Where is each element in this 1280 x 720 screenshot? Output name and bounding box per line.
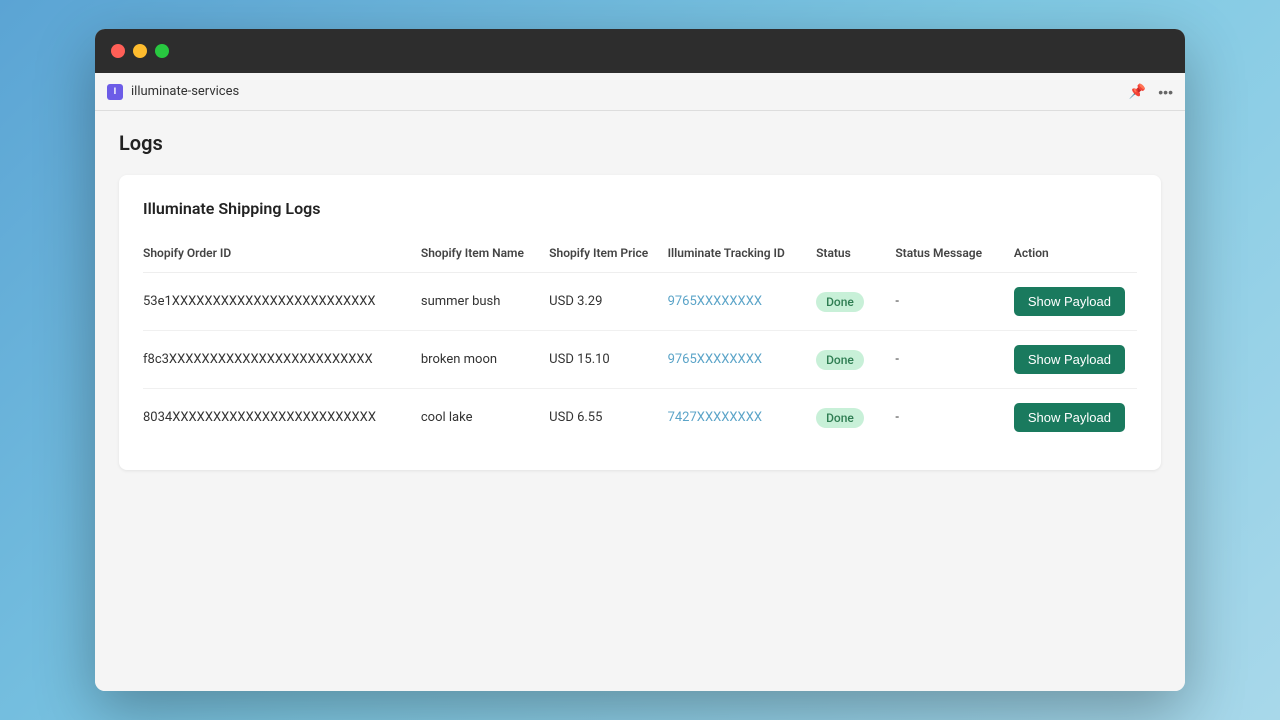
more-button[interactable]: ••• (1158, 84, 1173, 100)
maximize-button[interactable] (155, 44, 169, 58)
col-header-item-name: Shopify Item Name (421, 238, 549, 273)
col-header-item-price: Shopify Item Price (549, 238, 667, 273)
cell-action: Show Payload (1014, 331, 1137, 389)
cell-status-message: - (895, 331, 1014, 389)
pin-button[interactable]: 📌 (1129, 83, 1146, 100)
col-header-action: Action (1014, 238, 1137, 273)
tab-bar: I illuminate-services 📌 ••• (95, 73, 1185, 111)
cell-status: Done (816, 273, 895, 331)
status-badge: Done (816, 292, 864, 312)
cell-item-price: USD 15.10 (549, 331, 667, 389)
table-row: 8034XXXXXXXXXXXXXXXXXXXXXXXXX cool lake … (143, 389, 1137, 447)
tracking-link[interactable]: 9765XXXXXXXX (668, 294, 762, 309)
logs-card: Illuminate Shipping Logs Shopify Order I… (119, 175, 1161, 470)
col-header-status: Status (816, 238, 895, 273)
tracking-link[interactable]: 9765XXXXXXXX (668, 352, 762, 367)
status-badge: Done (816, 350, 864, 370)
cell-item-price: USD 6.55 (549, 389, 667, 447)
cell-status: Done (816, 331, 895, 389)
table-row: f8c3XXXXXXXXXXXXXXXXXXXXXXXXX broken moo… (143, 331, 1137, 389)
tab-title: illuminate-services (131, 84, 239, 99)
status-badge: Done (816, 408, 864, 428)
cell-tracking-id[interactable]: 9765XXXXXXXX (668, 331, 817, 389)
col-header-status-message: Status Message (895, 238, 1014, 273)
show-payload-button[interactable]: Show Payload (1014, 287, 1125, 316)
tab-actions: 📌 ••• (1129, 83, 1173, 100)
cell-tracking-id[interactable]: 7427XXXXXXXX (668, 389, 817, 447)
app-icon: I (107, 84, 123, 100)
cell-order-id: 53e1XXXXXXXXXXXXXXXXXXXXXXXXX (143, 273, 421, 331)
page-title: Logs (119, 131, 1161, 155)
cell-item-name: cool lake (421, 389, 549, 447)
table-header-row: Shopify Order ID Shopify Item Name Shopi… (143, 238, 1137, 273)
cell-status-message: - (895, 273, 1014, 331)
cell-action: Show Payload (1014, 389, 1137, 447)
app-window: I illuminate-services 📌 ••• Logs Illumin… (95, 29, 1185, 691)
cell-tracking-id[interactable]: 9765XXXXXXXX (668, 273, 817, 331)
titlebar (95, 29, 1185, 73)
content-area: Logs Illuminate Shipping Logs Shopify Or… (95, 111, 1185, 691)
traffic-lights (111, 44, 169, 58)
col-header-tracking-id: Illuminate Tracking ID (668, 238, 817, 273)
cell-status-message: - (895, 389, 1014, 447)
cell-item-name: summer bush (421, 273, 549, 331)
cell-order-id: f8c3XXXXXXXXXXXXXXXXXXXXXXXXX (143, 331, 421, 389)
cell-action: Show Payload (1014, 273, 1137, 331)
col-header-order-id: Shopify Order ID (143, 238, 421, 273)
card-title: Illuminate Shipping Logs (143, 199, 1137, 218)
minimize-button[interactable] (133, 44, 147, 58)
cell-status: Done (816, 389, 895, 447)
cell-order-id: 8034XXXXXXXXXXXXXXXXXXXXXXXXX (143, 389, 421, 447)
cell-item-name: broken moon (421, 331, 549, 389)
show-payload-button[interactable]: Show Payload (1014, 345, 1125, 374)
logs-table: Shopify Order ID Shopify Item Name Shopi… (143, 238, 1137, 446)
tracking-link[interactable]: 7427XXXXXXXX (668, 410, 762, 425)
show-payload-button[interactable]: Show Payload (1014, 403, 1125, 432)
cell-item-price: USD 3.29 (549, 273, 667, 331)
close-button[interactable] (111, 44, 125, 58)
table-row: 53e1XXXXXXXXXXXXXXXXXXXXXXXXX summer bus… (143, 273, 1137, 331)
